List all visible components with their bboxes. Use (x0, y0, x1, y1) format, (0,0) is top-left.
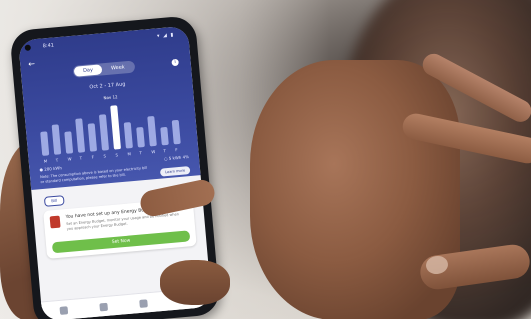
bar[interactable] (40, 131, 50, 156)
nav-bill-icon[interactable] (139, 299, 148, 308)
usage-bars: Nov 12 (37, 89, 181, 156)
x-tick: T (79, 155, 83, 161)
nav-usage-icon[interactable] (99, 302, 109, 312)
x-tick: T (55, 157, 59, 163)
x-tick: S (115, 152, 119, 158)
nav-home-icon[interactable] (59, 306, 69, 315)
period-toggle: Day Week (72, 60, 136, 78)
bill-chip[interactable]: Bill (43, 195, 65, 207)
x-tick: T (163, 148, 166, 154)
x-tick: S (103, 153, 107, 159)
x-tick: M (127, 151, 132, 157)
bar[interactable] (64, 131, 74, 154)
highlight-label: Nov 12 (103, 94, 118, 101)
legend-left: ● 280 kWh (39, 165, 63, 173)
bar[interactable] (51, 124, 62, 155)
x-tick: F (91, 154, 95, 160)
info-icon[interactable]: i (171, 58, 179, 67)
left-palm (160, 260, 230, 305)
set-now-button[interactable]: Set Now (51, 230, 191, 254)
lightbulb-icon (49, 215, 61, 229)
bar[interactable] (147, 115, 157, 147)
bar[interactable] (98, 114, 110, 151)
usage-header-panel: 8:41 ▾ ◢ ▮ ← Day Week i Oct 2 - 17 Aug N… (18, 25, 201, 190)
status-icons: ▾ ◢ ▮ (156, 31, 175, 40)
bar-selected[interactable] (110, 105, 121, 150)
x-tick: W (67, 156, 72, 162)
bar[interactable] (171, 119, 181, 145)
bar[interactable] (160, 126, 169, 146)
toggle-week[interactable]: Week (103, 62, 134, 75)
bar[interactable] (123, 122, 133, 149)
bar[interactable] (136, 126, 145, 148)
status-time: 8:41 (42, 42, 55, 50)
bar[interactable] (75, 118, 86, 153)
x-tick: W (151, 149, 156, 155)
right-hand (250, 49, 531, 319)
legend-right: ○ 5 kWh 4% (163, 154, 190, 162)
x-tick: M (43, 158, 48, 164)
x-tick: T (139, 150, 143, 156)
learn-more-button[interactable]: Learn more (159, 166, 191, 177)
status-bar: 8:41 ▾ ◢ ▮ (28, 31, 178, 54)
photo-scene: 8:41 ▾ ◢ ▮ ← Day Week i Oct 2 - 17 Aug N… (0, 0, 531, 319)
bar[interactable] (87, 123, 98, 152)
back-arrow-icon[interactable]: ← (28, 59, 35, 69)
toggle-day[interactable]: Day (73, 64, 103, 77)
x-tick: F (175, 147, 178, 153)
